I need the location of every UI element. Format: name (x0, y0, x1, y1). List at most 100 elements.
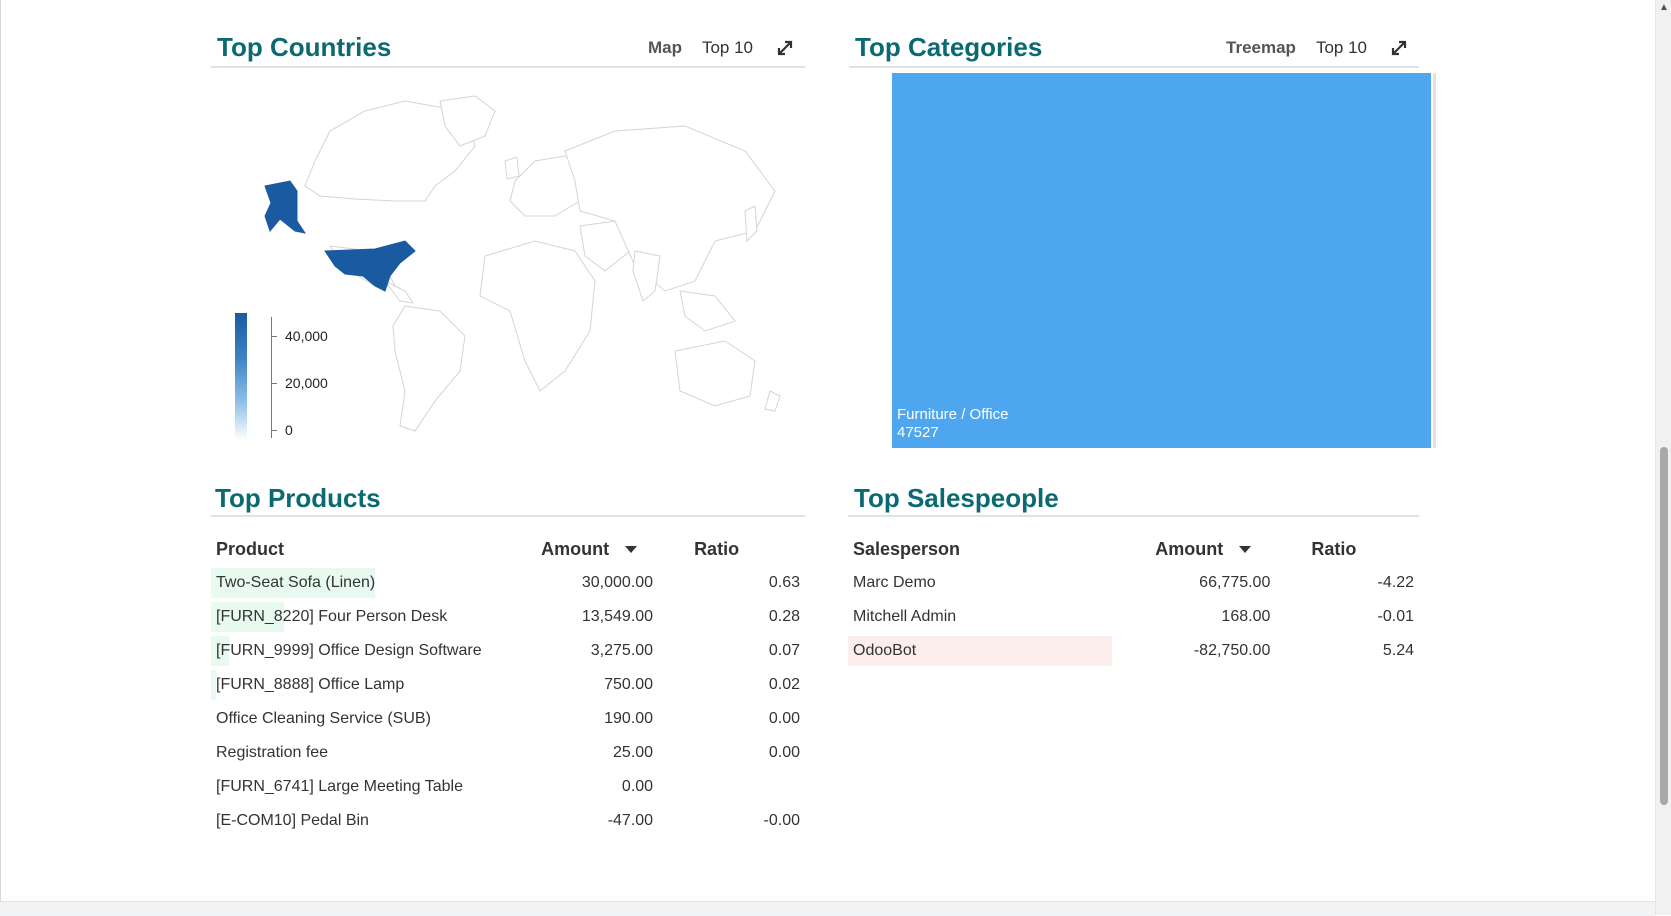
row-amount: 750.00 (604, 676, 654, 693)
table-row[interactable]: Office Cleaning Service (SUB) 190.00 0.00 (211, 702, 805, 736)
row-name: [FURN_8220] Four Person Desk (216, 608, 448, 625)
top-salespeople-table: Salesperson Amount Ratio Marc Demo 66,775… (848, 532, 1419, 668)
row-name-cell: Marc Demo (848, 566, 1150, 600)
map-southeast-asia (679, 290, 736, 332)
row-amount: 66,775.00 (1199, 574, 1271, 591)
table-row[interactable]: [FURN_8888] Office Lamp 750.00 0.02 (211, 668, 805, 702)
row-name: Registration fee (216, 744, 329, 761)
treemap-cell-furniture-office[interactable]: Furniture / Office 47527 (892, 73, 1431, 448)
map-view-toggle[interactable]: Map (648, 38, 682, 58)
scrollbar-thumb[interactable] (1660, 447, 1668, 805)
row-name-cell: [FURN_8888] Office Lamp (211, 668, 536, 702)
page-footer-bar (0, 901, 1655, 916)
sort-desc-icon (1239, 546, 1252, 554)
row-amount: -82,750.00 (1193, 642, 1271, 659)
amount-header-label: Amount (541, 538, 610, 559)
row-name: [FURN_9999] Office Design Software (216, 642, 482, 659)
table-row[interactable]: [FURN_6741] Large Meeting Table 0.00 (211, 770, 805, 804)
table-row[interactable]: Mitchell Admin 168.00 -0.01 (848, 600, 1419, 634)
top-products-header: Top Products (211, 480, 805, 517)
row-ratio: 0.02 (768, 676, 800, 693)
category-treemap: Furniture / Office 47527 (892, 73, 1436, 448)
row-amount: 30,000.00 (581, 574, 654, 591)
top-categories-panel: Top Categories Treemap Top 10 (849, 16, 1419, 68)
row-ratio: 0.00 (768, 744, 800, 761)
map-color-legend: 40,000 20,000 0 (235, 313, 345, 448)
row-name-cell: Office Cleaning Service (SUB) (211, 702, 536, 736)
row-name: Office Cleaning Service (SUB) (216, 710, 431, 727)
row-name-cell: [E-COM10] Pedal Bin (211, 804, 536, 838)
amount-column-header[interactable]: Amount (536, 532, 658, 566)
table-row[interactable]: Registration fee 25.00 0.00 (211, 736, 805, 770)
map-new-zealand (764, 390, 781, 412)
legend-label-high: 40,000 (285, 328, 328, 344)
vertical-scrollbar[interactable]: ▲ (1655, 0, 1671, 915)
row-name-cell: Mitchell Admin (848, 600, 1150, 634)
top-countries-header: Top Countries Map Top 10 (211, 16, 805, 68)
top-salespeople-header: Top Salespeople (848, 480, 1419, 517)
legend-tick (271, 430, 277, 431)
row-ratio (658, 770, 805, 804)
row-amount: -47.00 (607, 812, 654, 829)
map-india (632, 250, 661, 302)
page-left-border (0, 0, 1, 915)
map-australia (674, 340, 756, 407)
row-amount: 25.00 (613, 744, 654, 761)
salesperson-column-header[interactable]: Salesperson (848, 532, 1150, 566)
treemap-view-toggle[interactable]: Treemap (1226, 38, 1296, 58)
row-name-cell: Two-Seat Sofa (Linen) (211, 566, 536, 600)
ratio-column-header[interactable]: Ratio (658, 532, 805, 566)
map-japan (744, 205, 758, 243)
legend-label-mid: 20,000 (285, 375, 328, 391)
row-ratio: 0.07 (768, 642, 800, 659)
row-ratio: 5.24 (1382, 642, 1414, 659)
row-amount: 0.00 (621, 778, 654, 795)
table-row[interactable]: OdooBot -82,750.00 5.24 (848, 634, 1419, 668)
salespeople-table-body: Marc Demo 66,775.00 -4.22 Mitchell Admin 168… (848, 566, 1419, 668)
row-name-cell: Registration fee (211, 736, 536, 770)
scroll-up-arrow-icon[interactable]: ▲ (1656, 0, 1671, 16)
top-countries-panel: Top Countries Map Top 10 40,000 20,000 0 (211, 16, 805, 456)
top-countries-title: Top Countries (217, 32, 392, 62)
row-name: OdooBot (853, 642, 917, 659)
amount-header-label: Amount (1155, 538, 1224, 559)
top-categories-title: Top Categories (855, 32, 1043, 62)
expand-arrows-icon[interactable] (1389, 38, 1409, 58)
legend-gradient-bar (235, 313, 247, 440)
row-name-cell: [FURN_6741] Large Meeting Table (211, 770, 536, 804)
table-row[interactable]: [FURN_8220] Four Person Desk 13,549.00 0.2… (211, 600, 805, 634)
row-ratio: 0.00 (768, 710, 800, 727)
row-name: Two-Seat Sofa (Linen) (216, 574, 376, 591)
map-russia-asia (564, 125, 776, 292)
amount-column-header[interactable]: Amount (1150, 532, 1275, 566)
map-uk (504, 156, 520, 180)
row-name-cell: [FURN_9999] Office Design Software (211, 634, 536, 668)
row-amount: 190.00 (604, 710, 654, 727)
row-amount: 3,275.00 (590, 642, 654, 659)
top-10-selector[interactable]: Top 10 (1316, 38, 1367, 58)
map-alaska (264, 180, 307, 234)
top-categories-controls: Treemap Top 10 (1206, 38, 1409, 58)
map-africa (479, 240, 596, 392)
legend-label-zero: 0 (285, 422, 293, 438)
table-row[interactable]: [E-COM10] Pedal Bin -47.00 -0.00 (211, 804, 805, 838)
row-ratio: 0.28 (768, 608, 800, 625)
product-column-header[interactable]: Product (211, 532, 536, 566)
top-countries-controls: Map Top 10 (628, 38, 795, 58)
table-row[interactable]: [FURN_9999] Office Design Software 3,275.… (211, 634, 805, 668)
sort-desc-icon (625, 546, 638, 554)
ratio-column-header[interactable]: Ratio (1275, 532, 1419, 566)
products-table-body: Two-Seat Sofa (Linen) 30,000.00 0.63 [FURN_… (211, 566, 805, 838)
table-row[interactable]: Marc Demo 66,775.00 -4.22 (848, 566, 1419, 600)
row-name: Marc Demo (853, 574, 936, 591)
row-ratio: -4.22 (1377, 574, 1414, 591)
table-row[interactable]: Two-Seat Sofa (Linen) 30,000.00 0.63 (211, 566, 805, 600)
row-name: [E-COM10] Pedal Bin (216, 812, 369, 829)
legend-tick (271, 336, 277, 337)
legend-tick (271, 383, 277, 384)
top-10-selector[interactable]: Top 10 (702, 38, 753, 58)
top-products-panel: Top Products (211, 480, 805, 517)
expand-arrows-icon[interactable] (775, 38, 795, 58)
row-ratio: -0.01 (1377, 608, 1414, 625)
top-products-title: Top Products (215, 483, 381, 513)
